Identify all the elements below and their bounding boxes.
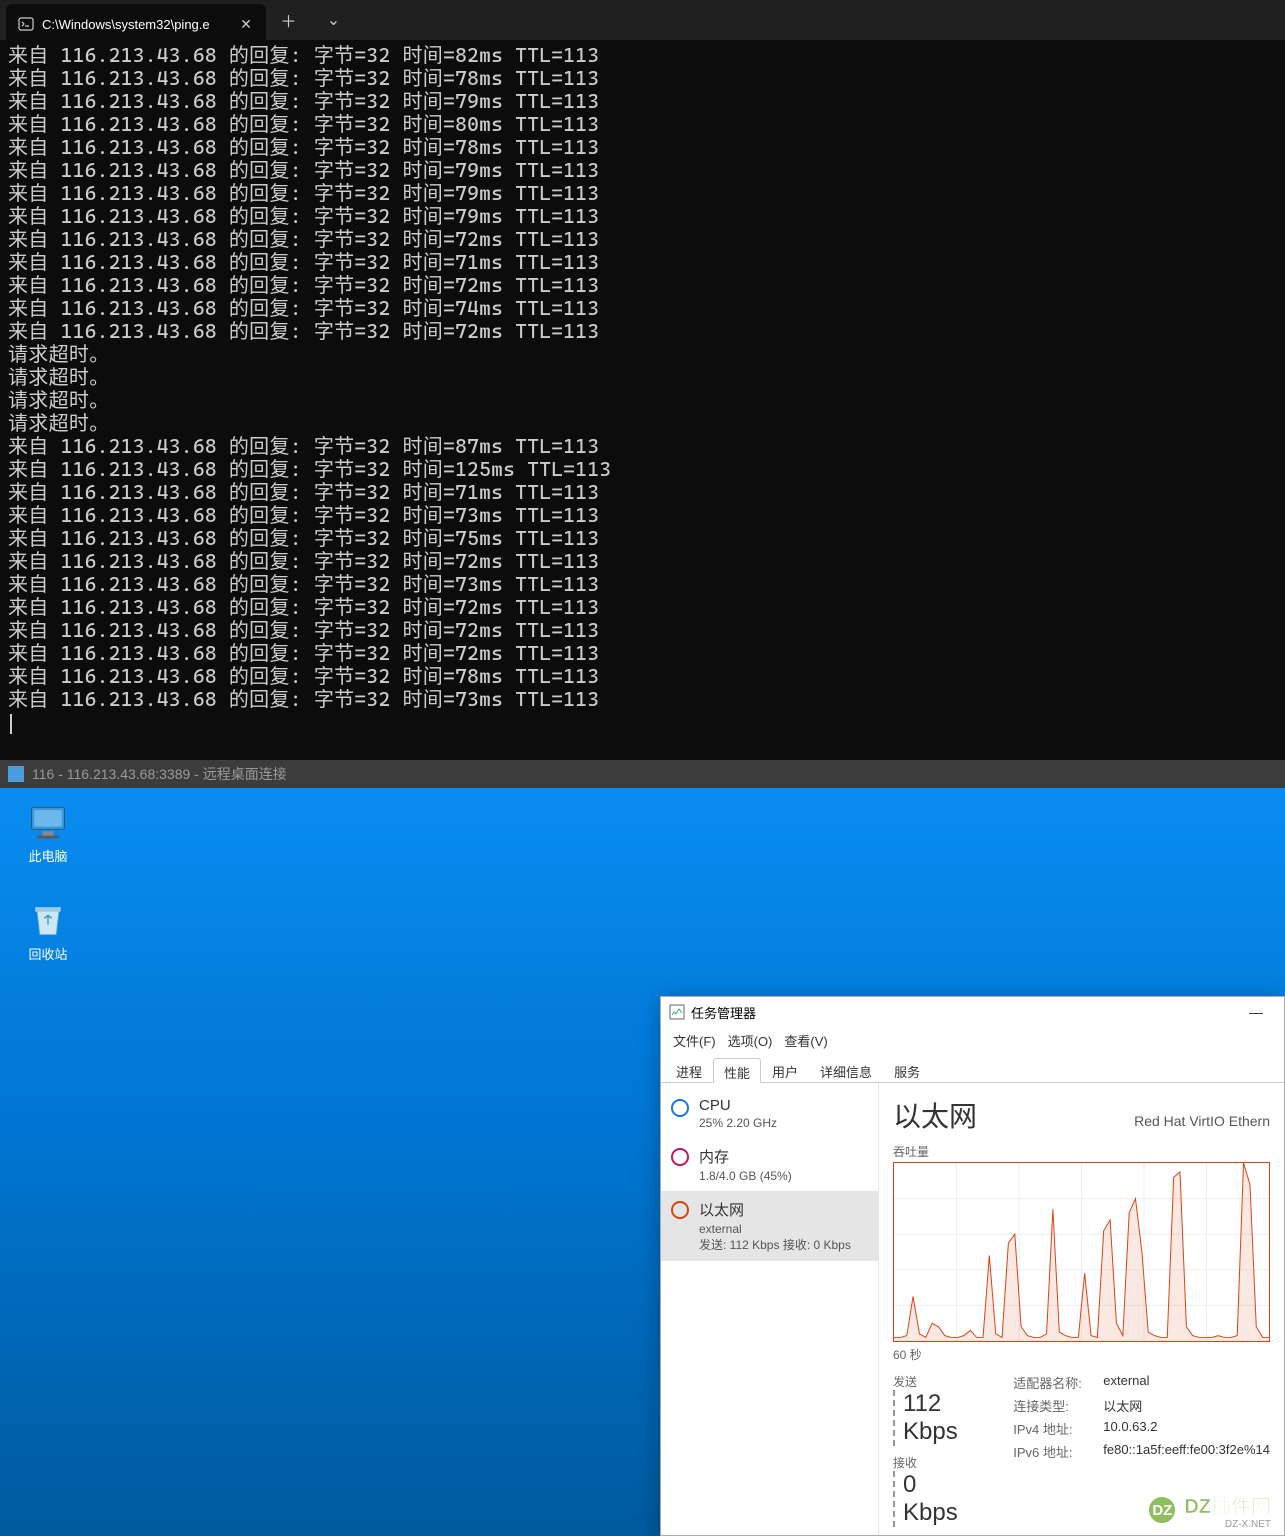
tab-详细信息[interactable]: 详细信息 — [809, 1057, 883, 1082]
perf-title: 以太网 — [893, 1095, 977, 1135]
rdp-titlebar: 116 - 116.213.43.68:3389 - 远程桌面连接 — [0, 760, 1285, 788]
terminal-tab-title: C:\Windows\system32\ping.e — [42, 17, 230, 32]
info-key: IPv6 地址: — [1013, 1442, 1103, 1461]
watermark-sub: DZ-X.NET — [1184, 1519, 1271, 1530]
tab-用户[interactable]: 用户 — [761, 1057, 809, 1082]
rdp-title: 116 - 116.213.43.68:3389 - 远程桌面连接 — [32, 764, 287, 784]
taskmgr-titlebar[interactable]: 任务管理器 — — [661, 997, 1284, 1027]
sidebar-item-ethernet[interactable]: 以太网 external 发送: 112 Kbps 接收: 0 Kbps — [661, 1191, 878, 1261]
tab-进程[interactable]: 进程 — [665, 1057, 713, 1082]
throughput-chart — [893, 1162, 1270, 1342]
close-icon[interactable]: ✕ — [238, 16, 254, 32]
recv-value: 0 Kbps — [893, 1471, 973, 1527]
desktop-icon-computer[interactable]: 此电脑 — [10, 802, 86, 865]
desktop-icon-recycle[interactable]: 回收站 — [10, 900, 86, 963]
desktop-icon-label: 回收站 — [10, 944, 86, 963]
terminal-titlebar: C:\Windows\system32\ping.e ✕ ＋ ⌄ — [0, 0, 1285, 40]
menu-view[interactable]: 查看(V) — [778, 1031, 833, 1050]
taskmgr-sidebar: CPU 25% 2.20 GHz 内存 1.8/4.0 GB (45%) 以太网 — [661, 1083, 879, 1535]
sidebar-item-cpu[interactable]: CPU 25% 2.20 GHz — [661, 1089, 878, 1138]
recv-label: 接收 — [893, 1454, 973, 1471]
memory-icon — [671, 1148, 689, 1166]
task-manager-window: 任务管理器 — 文件(F) 选项(O) 查看(V) 进程性能用户详细信息服务 C… — [660, 996, 1285, 1536]
ethernet-icon — [671, 1201, 689, 1219]
info-value: 以太网 — [1103, 1396, 1142, 1415]
terminal-tab[interactable]: C:\Windows\system32\ping.e ✕ — [6, 4, 266, 44]
perf-section-label: 吞吐量 — [893, 1143, 1270, 1160]
taskmgr-menu: 文件(F) 选项(O) 查看(V) — [661, 1027, 1284, 1053]
recycle-icon — [24, 900, 72, 940]
sidebar-item-sub: external — [699, 1222, 851, 1236]
info-key: IPv4 地址: — [1013, 1419, 1103, 1438]
sidebar-item-title: 内存 — [699, 1146, 792, 1167]
sidebar-item-title: CPU — [699, 1097, 777, 1114]
chart-timespan: 60 秒 — [893, 1346, 1270, 1363]
watermark: DZ DZ插件网 DZ-X.NET — [1146, 1490, 1271, 1530]
rdp-icon — [8, 766, 24, 782]
terminal-window: C:\Windows\system32\ping.e ✕ ＋ ⌄ 来自 116.… — [0, 0, 1285, 760]
computer-icon — [24, 802, 72, 842]
info-value: fe80::1a5f:eeff:fe00:3f2e%14 — [1103, 1442, 1270, 1461]
terminal-icon — [18, 16, 34, 32]
tab-服务[interactable]: 服务 — [883, 1057, 931, 1082]
tab-性能[interactable]: 性能 — [713, 1058, 761, 1083]
desktop-icon-label: 此电脑 — [10, 846, 86, 865]
tab-dropdown-button[interactable]: ⌄ — [311, 0, 356, 40]
taskmgr-title: 任务管理器 — [691, 1003, 756, 1022]
perf-adapter: Red Hat VirtIO Ethern — [1134, 1113, 1270, 1129]
cpu-icon — [671, 1099, 689, 1117]
sidebar-item-sub2: 发送: 112 Kbps 接收: 0 Kbps — [699, 1236, 851, 1253]
sidebar-item-sub: 1.8/4.0 GB (45%) — [699, 1169, 792, 1183]
taskmgr-tabs: 进程性能用户详细信息服务 — [661, 1053, 1284, 1083]
info-value: 10.0.63.2 — [1103, 1419, 1157, 1438]
menu-options[interactable]: 选项(O) — [722, 1031, 779, 1050]
sidebar-item-memory[interactable]: 内存 1.8/4.0 GB (45%) — [661, 1138, 878, 1191]
info-value: external — [1103, 1373, 1149, 1392]
sidebar-item-title: 以太网 — [699, 1199, 851, 1220]
watermark-brand: DZ插件网 — [1184, 1490, 1271, 1519]
menu-file[interactable]: 文件(F) — [667, 1031, 722, 1050]
sidebar-item-sub: 25% 2.20 GHz — [699, 1116, 777, 1130]
taskmgr-icon — [669, 1004, 685, 1020]
terminal-output[interactable]: 来自 116.213.43.68 的回复: 字节=32 时间=82ms TTL=… — [0, 40, 1285, 738]
send-label: 发送 — [893, 1373, 973, 1390]
info-key: 适配器名称: — [1013, 1373, 1103, 1392]
minimize-button[interactable]: — — [1236, 1004, 1276, 1020]
taskmgr-main: 以太网 Red Hat VirtIO Ethern 吞吐量 60 秒 发送 11… — [879, 1083, 1284, 1535]
new-tab-button[interactable]: ＋ — [266, 0, 311, 40]
desktop[interactable]: 此电脑 回收站 任务管理器 — 文件(F) 选项(O) 查看(V) 进程性能用户… — [0, 788, 1285, 1536]
info-key: 连接类型: — [1013, 1396, 1103, 1415]
send-value: 112 Kbps — [893, 1390, 973, 1446]
watermark-logo-icon: DZ — [1146, 1494, 1178, 1526]
